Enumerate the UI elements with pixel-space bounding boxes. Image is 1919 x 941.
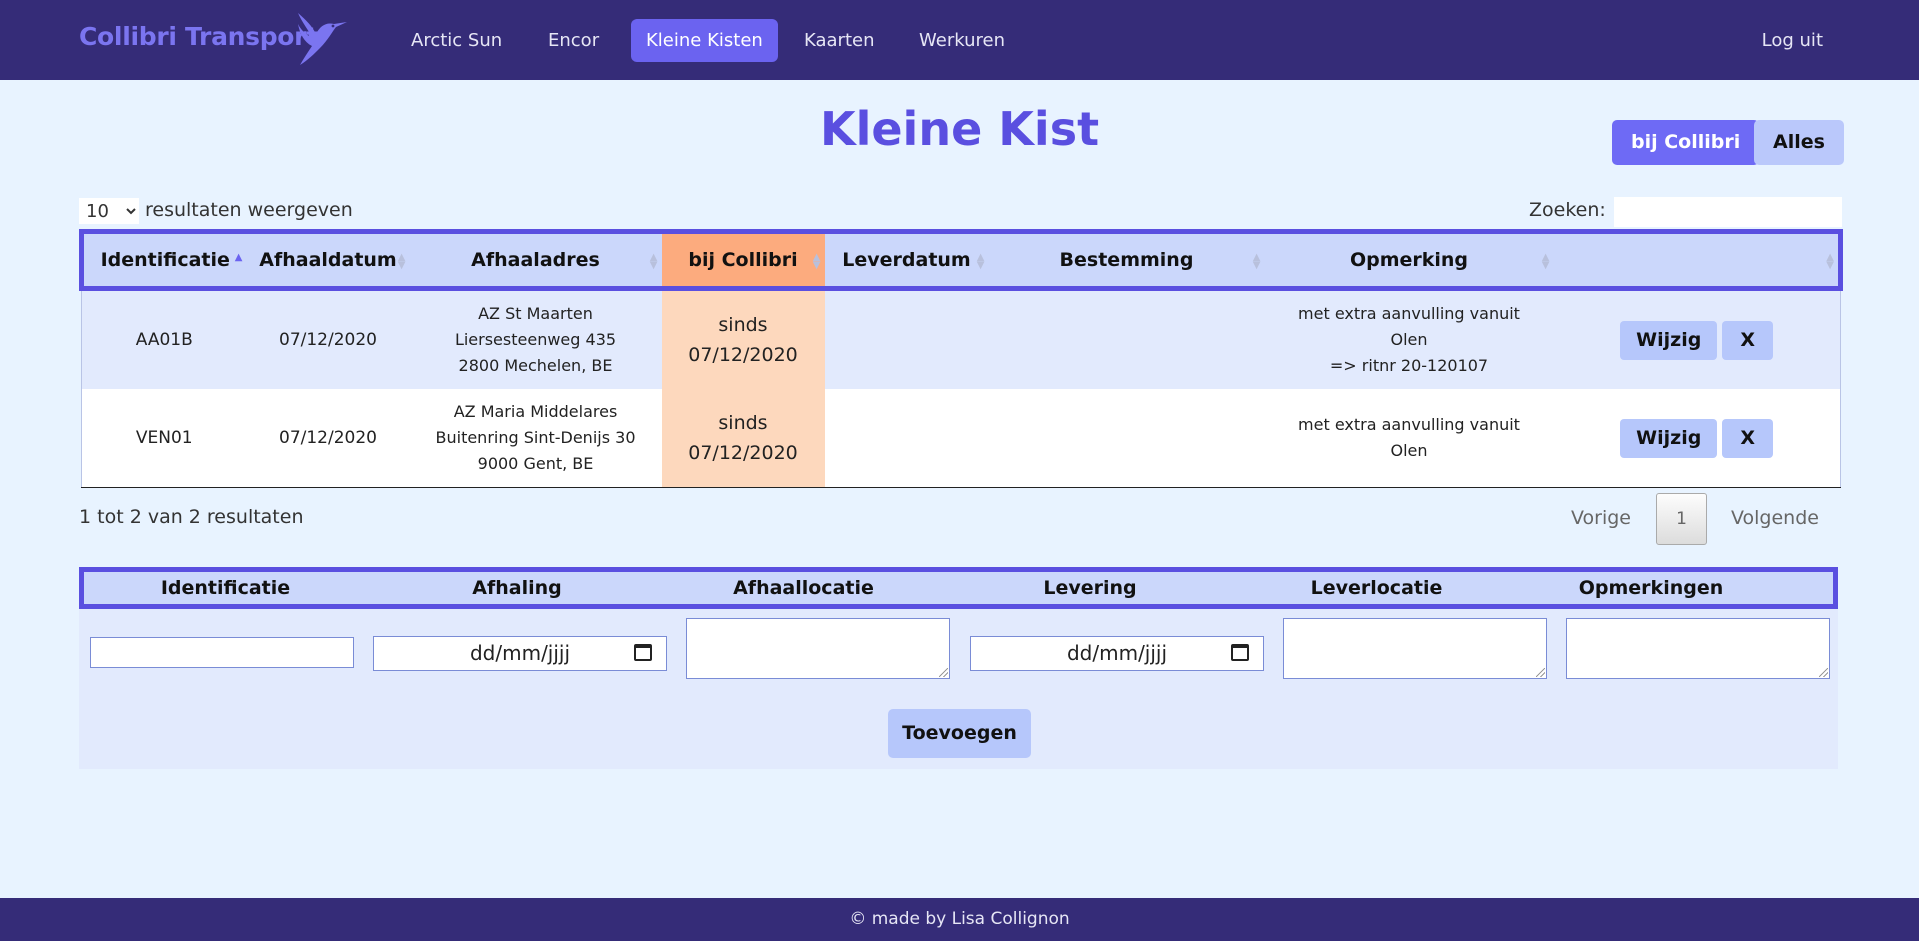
- add-col-afhaallocatie: Afhaallocatie: [733, 577, 874, 599]
- sort-both-icon: ▲ ▼: [812, 252, 821, 271]
- add-col-levering: Levering: [1043, 577, 1137, 599]
- afhaallocatie-textarea[interactable]: [686, 618, 950, 679]
- col-bestemming[interactable]: Bestemming ▲ ▼: [988, 229, 1265, 291]
- remark-line: => ritnr 20-120107: [1329, 356, 1489, 375]
- nav-kaarten[interactable]: Kaarten: [789, 19, 890, 62]
- navbar: Collibri Transport Arctic Sun Encor Klei…: [0, 0, 1919, 80]
- add-col-leverlocatie: Leverlocatie: [1310, 577, 1443, 599]
- calendar-icon[interactable]: [634, 644, 652, 661]
- nav-werkuren[interactable]: Werkuren: [904, 19, 1020, 62]
- footer-credit: © made by Lisa Collignon: [0, 898, 1919, 941]
- search-input[interactable]: [1614, 197, 1842, 227]
- cell-opmerking: met extra aanvulling vanuit Olen: [1264, 389, 1554, 488]
- nav-arctic-sun[interactable]: Arctic Sun: [396, 19, 517, 62]
- address-line: Liersesteenweg 435: [454, 330, 617, 349]
- pagination-previous[interactable]: Vorige: [1571, 507, 1631, 529]
- logout-link[interactable]: Log uit: [1762, 19, 1823, 62]
- add-col-identificatie: Identificatie: [160, 577, 291, 599]
- cell-afhaaldatum: 07/12/2020: [246, 288, 410, 389]
- col-afhaaldatum[interactable]: Afhaaldatum ▲ ▼: [246, 229, 410, 291]
- col-identificatie[interactable]: Identificatie ▲: [79, 229, 247, 291]
- cell-bestemming: [988, 389, 1265, 488]
- cell-opmerking: met extra aanvulling vanuit Olen => ritn…: [1264, 288, 1554, 389]
- cell-actions: Wijzig X: [1553, 288, 1841, 389]
- sort-both-icon: ▲ ▼: [1826, 252, 1834, 271]
- cell-afhaaladres: AZ St Maarten Liersesteenweg 435 2800 Me…: [409, 288, 662, 389]
- table-row: VEN01 07/12/2020 AZ Maria Middelares Bui…: [81, 389, 1841, 488]
- sort-both-icon: ▲ ▼: [1252, 252, 1261, 271]
- resize-grip-icon[interactable]: [1536, 668, 1545, 677]
- cell-identificatie: AA01B: [81, 288, 247, 389]
- add-form: Identificatie Afhaling Afhaallocatie Lev…: [79, 567, 1838, 769]
- add-col-afhaling: Afhaling: [472, 577, 562, 599]
- col-afhaaladres[interactable]: Afhaaladres ▲ ▼: [409, 229, 662, 291]
- bij-collibri-date: 07/12/2020: [688, 442, 798, 464]
- cell-bij-collibri: sinds 07/12/2020: [661, 389, 825, 488]
- leverlocatie-textarea[interactable]: [1283, 618, 1547, 679]
- col-actions[interactable]: ▲ ▼: [1553, 229, 1843, 291]
- levering-date-input[interactable]: dd/mm/jjjj: [970, 636, 1264, 671]
- col-opmerking[interactable]: Opmerking ▲ ▼: [1264, 229, 1554, 291]
- afhaling-date-input[interactable]: dd/mm/jjjj: [373, 636, 667, 671]
- cell-afhaaldatum: 07/12/2020: [246, 389, 410, 488]
- cell-leverdatum: [824, 389, 989, 488]
- cell-bij-collibri: sinds 07/12/2020: [661, 288, 825, 389]
- cell-leverdatum: [824, 288, 989, 389]
- bij-collibri-since: sinds: [718, 412, 768, 434]
- address-line: Buitenring Sint-Denijs 30: [435, 428, 636, 447]
- search-label: Zoeken:: [1529, 199, 1606, 221]
- col-leverdatum[interactable]: Leverdatum ▲ ▼: [824, 229, 989, 291]
- bij-collibri-date: 07/12/2020: [688, 344, 798, 366]
- sort-both-icon: ▲ ▼: [976, 252, 985, 271]
- calendar-icon[interactable]: [1231, 644, 1249, 661]
- edit-button[interactable]: Wijzig: [1620, 320, 1718, 360]
- hummingbird-logo-icon: [298, 13, 347, 65]
- date-placeholder: dd/mm/jjjj: [1066, 641, 1168, 665]
- toevoegen-button[interactable]: Toevoegen: [888, 709, 1031, 758]
- nav-kleine-kisten[interactable]: Kleine Kisten: [631, 19, 778, 62]
- resize-grip-icon[interactable]: [1819, 668, 1828, 677]
- remark-line: met extra aanvulling vanuit: [1298, 415, 1520, 434]
- opmerkingen-textarea[interactable]: [1566, 618, 1830, 679]
- cell-actions: Wijzig X: [1553, 389, 1841, 488]
- address-line: AZ St Maarten: [478, 304, 593, 323]
- pagination-page-1[interactable]: 1: [1656, 493, 1707, 545]
- sort-both-icon: ▲ ▼: [649, 252, 658, 271]
- table-row: AA01B 07/12/2020 AZ St Maarten Lierseste…: [81, 288, 1841, 389]
- table-info: 1 tot 2 van 2 resultaten: [79, 506, 304, 528]
- cell-identificatie: VEN01: [81, 389, 247, 488]
- bij-collibri-since: sinds: [718, 314, 768, 336]
- page-length-label: resultaten weergeven: [145, 199, 353, 221]
- sort-both-icon: ▲ ▼: [397, 252, 406, 271]
- remark-line: Olen: [1390, 441, 1428, 460]
- resize-grip-icon[interactable]: [939, 668, 948, 677]
- delete-button[interactable]: X: [1722, 418, 1774, 458]
- address-line: 9000 Gent, BE: [477, 454, 594, 473]
- filter-alles-button[interactable]: Alles: [1754, 120, 1844, 165]
- brand-name[interactable]: Collibri Transport: [79, 22, 318, 51]
- sort-both-icon: ▲ ▼: [1541, 252, 1550, 271]
- filter-bij-collibri-button[interactable]: bij Collibri: [1612, 120, 1760, 165]
- cell-afhaaladres: AZ Maria Middelares Buitenring Sint-Deni…: [409, 389, 662, 488]
- cell-bestemming: [988, 288, 1265, 389]
- remark-line: Olen: [1390, 330, 1428, 349]
- edit-button[interactable]: Wijzig: [1620, 418, 1718, 458]
- date-placeholder: dd/mm/jjjj: [469, 641, 571, 665]
- page-length-select[interactable]: 10: [79, 198, 139, 224]
- nav-encor[interactable]: Encor: [533, 19, 614, 62]
- kisten-table: Identificatie ▲ Afhaaldatum ▲ ▼ Afhaaladres…: [79, 229, 1843, 488]
- address-line: AZ Maria Middelares: [453, 402, 618, 421]
- remark-line: met extra aanvulling vanuit: [1298, 304, 1520, 323]
- col-bij-collibri[interactable]: bij Collibri ▲ ▼: [661, 229, 825, 291]
- identificatie-input[interactable]: [90, 637, 354, 668]
- sort-asc-icon: ▲: [234, 252, 243, 263]
- add-col-opmerkingen: Opmerkingen: [1578, 577, 1724, 599]
- pagination-next[interactable]: Volgende: [1731, 507, 1819, 529]
- table-header-row: Identificatie ▲ Afhaaldatum ▲ ▼ Afhaaladres…: [79, 229, 1843, 291]
- delete-button[interactable]: X: [1722, 320, 1774, 360]
- address-line: 2800 Mechelen, BE: [458, 356, 613, 375]
